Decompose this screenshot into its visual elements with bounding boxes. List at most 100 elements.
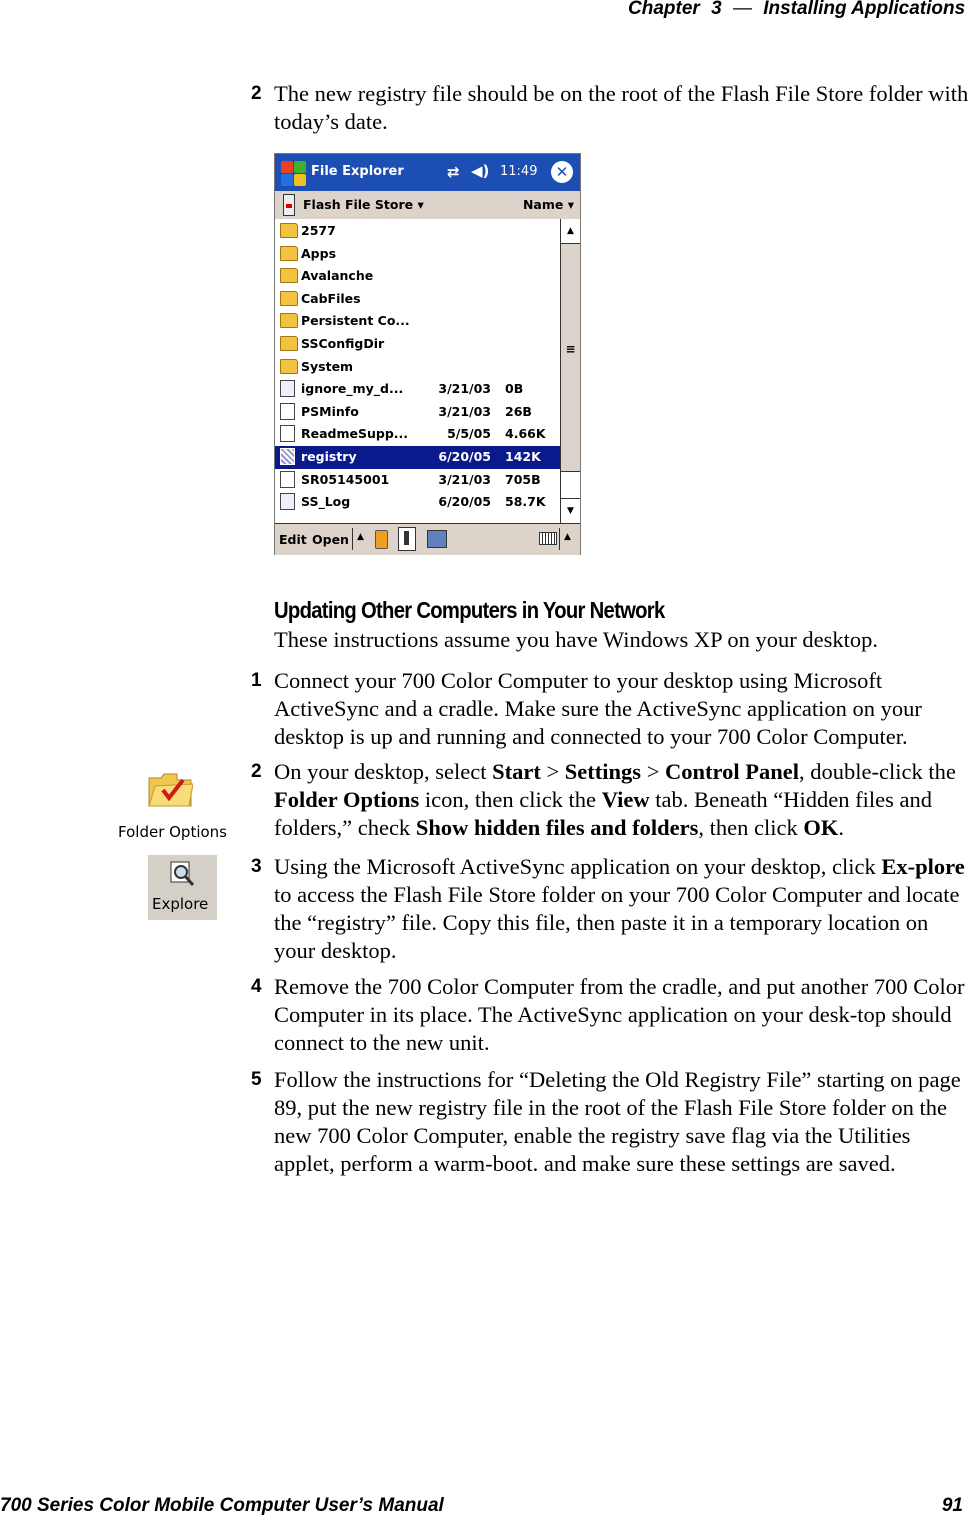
step-number: 4 [251, 976, 262, 997]
file-name: System [301, 358, 354, 374]
app-title: File Explorer [311, 164, 404, 179]
edit-menu[interactable]: Edit [279, 532, 307, 547]
scroll-up-button[interactable]: ▲ [561, 219, 580, 244]
device-icon[interactable] [375, 530, 388, 549]
speaker-icon[interactable]: ◀) [471, 162, 489, 180]
folder-icon [280, 336, 298, 351]
section-heading: Updating Other Computers in Your Network [274, 597, 665, 623]
folder-row[interactable]: Persistent Co... [275, 310, 560, 333]
divider [559, 528, 560, 550]
file-name: PSMinfo [301, 403, 359, 419]
flash-storage-icon[interactable] [398, 527, 416, 551]
scroll-thumb-grip[interactable]: ≡ [561, 342, 580, 356]
step-text: Connect your 700 Color Computer to your … [274, 668, 922, 749]
file-size: 705B [505, 471, 541, 487]
step-number: 1 [251, 670, 262, 691]
step-text: Using the Microsoft ActiveSync applicati… [274, 854, 965, 963]
step-text: The new registry file should be on the r… [274, 81, 969, 134]
location-bar: Flash File Store ▾ Name ▾ [275, 191, 580, 219]
explore-button: Explore [148, 855, 217, 920]
folder-row[interactable]: Apps [275, 243, 560, 266]
scroll-track[interactable] [561, 471, 580, 498]
footer-manual-title: 700 Series Color Mobile Computer User’s … [0, 1495, 444, 1516]
file-size: 142K [505, 449, 541, 464]
file-row[interactable]: ReadmeSupp... 5/5/05 4.66K [275, 423, 560, 446]
page-number: 91 [941, 1495, 963, 1516]
file-name: ReadmeSupp... [301, 426, 409, 442]
keyboard-icon[interactable] [539, 532, 557, 545]
folder-options-label: Folder Options [118, 823, 227, 841]
title-bar: File Explorer ⇄ ◀) 11:49 ✕ [275, 154, 580, 191]
file-date: 3/21/03 [438, 381, 491, 397]
input-caret-up-icon[interactable]: ▲ [564, 532, 571, 542]
vertical-scrollbar[interactable]: ▲ ≡ ▼ [560, 219, 580, 523]
folder-icon [280, 245, 298, 261]
step-text: Follow the instructions for “Deleting th… [274, 1067, 961, 1176]
folder-row[interactable]: SSConfigDir [275, 333, 560, 356]
file-name: SR05145001 [301, 471, 390, 487]
file-explorer-screenshot: File Explorer ⇄ ◀) 11:49 ✕ Flash File St… [274, 153, 581, 555]
folder-icon [280, 223, 298, 238]
caret-up-icon[interactable]: ▲ [357, 532, 364, 542]
sort-dropdown[interactable]: Name ▾ [523, 197, 574, 212]
connectivity-icon[interactable]: ⇄ [447, 163, 460, 181]
file-name: CabFiles [301, 290, 361, 306]
running-header: Chapter 3 — Installing Applications [628, 0, 965, 20]
folder-options-icon [148, 773, 193, 807]
close-button[interactable]: ✕ [551, 161, 573, 183]
folder-row[interactable]: 2577 [275, 220, 560, 243]
step-number: 5 [251, 1069, 262, 1090]
document-icon [280, 470, 295, 488]
folder-row[interactable]: CabFiles [275, 288, 560, 311]
folder-row[interactable]: System [275, 356, 560, 379]
file-date: 3/21/03 [438, 471, 491, 487]
file-name: Apps [301, 245, 337, 261]
step-number: 2 [251, 83, 262, 104]
step-number: 3 [251, 856, 262, 877]
folder-icon [280, 358, 298, 374]
section-intro: These instructions assume you have Windo… [274, 627, 879, 652]
file-date: 6/20/05 [438, 494, 491, 510]
registry-file-icon [280, 448, 295, 465]
clock[interactable]: 11:49 [500, 164, 537, 179]
scroll-down-button[interactable]: ▼ [561, 498, 580, 523]
explore-label: Explore [152, 895, 209, 913]
file-date: 5/5/05 [447, 426, 491, 442]
storage-card-icon [283, 194, 295, 216]
chapter-title: Installing Applications [763, 0, 966, 19]
menu-bar: Edit Open ▲ ▲ [275, 523, 580, 555]
location-dropdown[interactable]: Flash File Store ▾ [303, 197, 424, 212]
file-row[interactable]: registry 6/20/05 142K [275, 446, 560, 469]
file-row[interactable]: SR05145001 3/21/03 705B [275, 469, 560, 492]
step-number: 2 [251, 761, 262, 782]
chapter-label: Chapter [628, 0, 700, 19]
file-row[interactable]: PSMinfo 3/21/03 26B [275, 401, 560, 424]
file-name: SS_Log [301, 494, 351, 510]
file-name: ignore_my_d... [301, 381, 404, 397]
magnifier-icon [170, 861, 194, 886]
file-size: 0B [505, 381, 524, 397]
network-icon[interactable] [427, 530, 447, 548]
file-name: registry [301, 449, 357, 464]
folder-row[interactable]: Avalanche [275, 265, 560, 288]
chapter-number: 3 [711, 0, 722, 19]
windows-start-icon[interactable] [279, 159, 307, 187]
file-date: 3/21/03 [438, 403, 491, 419]
file-name: SSConfigDir [301, 336, 385, 351]
folder-icon [280, 268, 298, 284]
file-name: Avalanche [301, 268, 374, 284]
step-text: Remove the 700 Color Computer from the c… [274, 974, 965, 1055]
divider [352, 528, 353, 550]
executable-icon [280, 380, 295, 398]
open-menu[interactable]: Open [312, 532, 349, 547]
executable-icon [280, 493, 295, 511]
header-dash: — [732, 0, 752, 19]
file-name: Persistent Co... [301, 313, 410, 329]
file-row[interactable]: SS_Log 6/20/05 58.7K [275, 491, 560, 514]
folder-icon [280, 313, 298, 329]
file-date: 6/20/05 [438, 449, 491, 464]
file-list: 2577 Apps Avalanche CabFiles Persistent Co..… [275, 219, 560, 523]
document-icon [280, 425, 295, 443]
file-row[interactable]: ignore_my_d... 3/21/03 0B [275, 378, 560, 401]
folder-icon [280, 290, 298, 306]
